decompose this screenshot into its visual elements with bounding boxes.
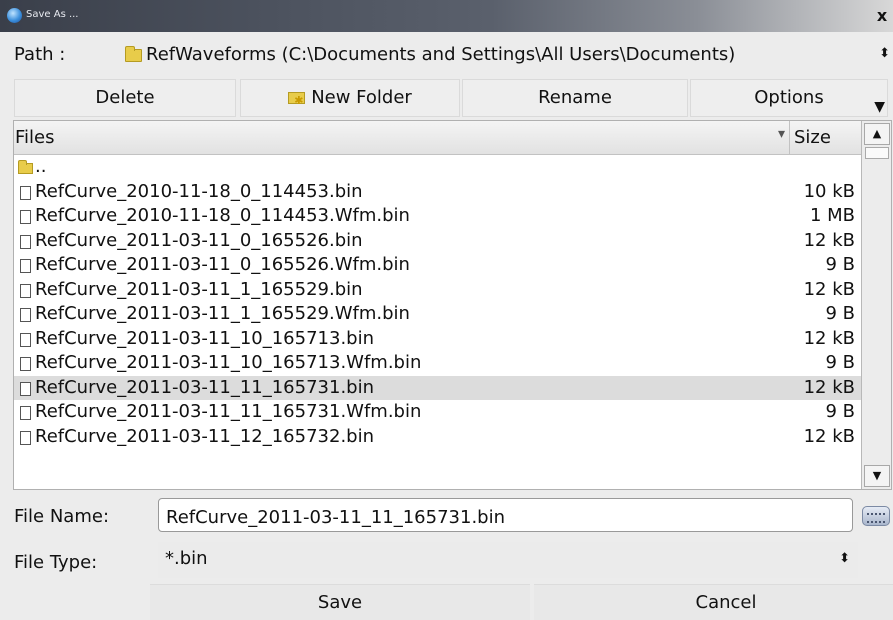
files-header-label: Files <box>15 127 55 148</box>
file-row[interactable]: RefCurve_2011-03-11_1_165529.Wfm.bin 9 B <box>14 302 861 327</box>
scroll-up-icon[interactable]: ▲ <box>864 123 890 145</box>
file-row[interactable]: RefCurve_2011-03-11_1_165529.bin 12 kB <box>14 278 861 303</box>
save-button[interactable]: Save <box>150 584 530 620</box>
rename-label: Rename <box>538 87 612 108</box>
file-type-value: *.bin <box>165 548 208 569</box>
path-row: Path : RefWaveforms (C:\Documents and Se… <box>0 32 893 76</box>
file-name: RefCurve_2010-11-18_0_114453.Wfm.bin <box>35 205 410 226</box>
file-size: 9 B <box>825 401 855 422</box>
file-list-header: Files ▾ Size <box>14 121 861 155</box>
file-size: 12 kB <box>803 229 855 251</box>
options-label: Options <box>754 87 824 108</box>
file-rows: .. RefCurve_2010-11-18_0_114453.bin 10 kB R… <box>14 155 861 489</box>
file-size: 12 kB <box>803 425 855 447</box>
file-row[interactable]: RefCurve_2011-03-11_11_165731.Wfm.bin 9 B <box>14 400 861 425</box>
column-header-size[interactable]: Size <box>791 121 861 155</box>
file-size: 10 kB <box>803 180 855 202</box>
cancel-button[interactable]: Cancel <box>534 584 893 620</box>
file-name: RefCurve_2011-03-11_10_165713.bin <box>35 327 374 349</box>
delete-label: Delete <box>95 87 155 108</box>
file-type-arrow-icon: ⬍ <box>839 551 850 566</box>
file-name: RefCurve_2011-03-11_1_165529.bin <box>35 278 363 300</box>
file-icon <box>20 185 31 200</box>
file-icon <box>20 234 31 249</box>
app-icon <box>7 8 22 23</box>
file-type-label: File Type: <box>14 552 98 573</box>
file-size: 9 B <box>825 303 855 324</box>
file-icon <box>20 308 31 322</box>
file-icon <box>20 210 31 224</box>
scroll-down-icon[interactable]: ▼ <box>864 465 890 487</box>
file-size: 12 kB <box>803 327 855 349</box>
new-folder-label: New Folder <box>311 87 412 108</box>
path-label: Path : <box>14 44 66 65</box>
file-name: RefCurve_2011-03-11_1_165529.Wfm.bin <box>35 303 410 324</box>
file-row[interactable]: RefCurve_2011-03-11_10_165713.Wfm.bin 9 B <box>14 351 861 376</box>
sort-icon[interactable]: ▾ <box>778 126 785 142</box>
keyboard-icon[interactable] <box>862 506 890 526</box>
window-title: Save As ... <box>26 9 79 20</box>
file-list: Files ▾ Size .. RefCurve_2010-11-18_0_114… <box>13 120 892 490</box>
file-icon <box>20 381 31 396</box>
new-folder-button[interactable]: New Folder <box>240 79 460 119</box>
file-type-select[interactable]: *.bin ⬍ <box>158 542 858 578</box>
path-dropdown-arrow-icon[interactable]: ⬍ <box>879 46 890 61</box>
file-row[interactable]: RefCurve_2010-11-18_0_114453.Wfm.bin 1 MB <box>14 204 861 229</box>
new-folder-icon <box>288 83 306 119</box>
file-size: 12 kB <box>803 278 855 300</box>
file-size: 1 MB <box>809 205 855 226</box>
path-selector[interactable]: RefWaveforms (C:\Documents and Settings\… <box>146 44 874 65</box>
parent-folder-row[interactable]: .. <box>14 155 861 180</box>
file-row[interactable]: RefCurve_2011-03-11_11_165731.bin 12 kB <box>14 375 861 400</box>
file-icon <box>20 357 31 371</box>
scrollbar-thumb[interactable] <box>865 147 889 159</box>
file-icon <box>20 332 31 347</box>
delete-button[interactable]: Delete <box>14 79 236 117</box>
file-row[interactable]: RefCurve_2011-03-11_12_165732.bin 12 kB <box>14 425 861 450</box>
file-name: RefCurve_2011-03-11_0_165526.Wfm.bin <box>35 254 410 275</box>
file-name: RefCurve_2010-11-18_0_114453.bin <box>35 180 363 202</box>
file-name-label: File Name: <box>14 506 110 527</box>
folder-icon <box>18 160 33 174</box>
file-icon <box>20 283 31 298</box>
file-row[interactable]: RefCurve_2011-03-11_0_165526.bin 12 kB <box>14 229 861 254</box>
save-as-dialog: Save As ... x Path : RefWaveforms (C:\Do… <box>0 0 893 620</box>
size-header-label: Size <box>794 127 831 148</box>
options-button[interactable]: Options ▼ <box>690 79 888 117</box>
vertical-scrollbar[interactable]: ▲ ▼ <box>861 121 891 489</box>
file-size: 12 kB <box>803 376 855 398</box>
file-row[interactable]: RefCurve_2010-11-18_0_114453.bin 10 kB <box>14 180 861 205</box>
column-header-files[interactable]: Files ▾ <box>14 121 790 155</box>
file-size: 9 B <box>825 352 855 373</box>
file-row[interactable]: RefCurve_2011-03-11_0_165526.Wfm.bin 9 B <box>14 253 861 278</box>
title-bar: Save As ... x <box>0 0 893 32</box>
file-icon <box>20 259 31 273</box>
file-name: .. <box>35 156 47 177</box>
file-size: 9 B <box>825 254 855 275</box>
file-name: RefCurve_2011-03-11_12_165732.bin <box>35 425 374 447</box>
file-name: RefCurve_2011-03-11_11_165731.Wfm.bin <box>35 401 422 422</box>
file-row[interactable]: RefCurve_2011-03-11_10_165713.bin 12 kB <box>14 327 861 352</box>
folder-icon <box>125 46 142 62</box>
file-name: RefCurve_2011-03-11_11_165731.bin <box>35 376 374 398</box>
file-icon <box>20 406 31 420</box>
file-name: RefCurve_2011-03-11_10_165713.Wfm.bin <box>35 352 422 373</box>
file-icon <box>20 430 31 445</box>
file-name: RefCurve_2011-03-11_0_165526.bin <box>35 229 363 251</box>
file-name-input[interactable] <box>158 498 853 532</box>
toolbar: Delete New Folder Rename Options ▼ <box>0 76 893 120</box>
close-button[interactable]: x <box>873 6 891 26</box>
rename-button[interactable]: Rename <box>462 79 688 117</box>
